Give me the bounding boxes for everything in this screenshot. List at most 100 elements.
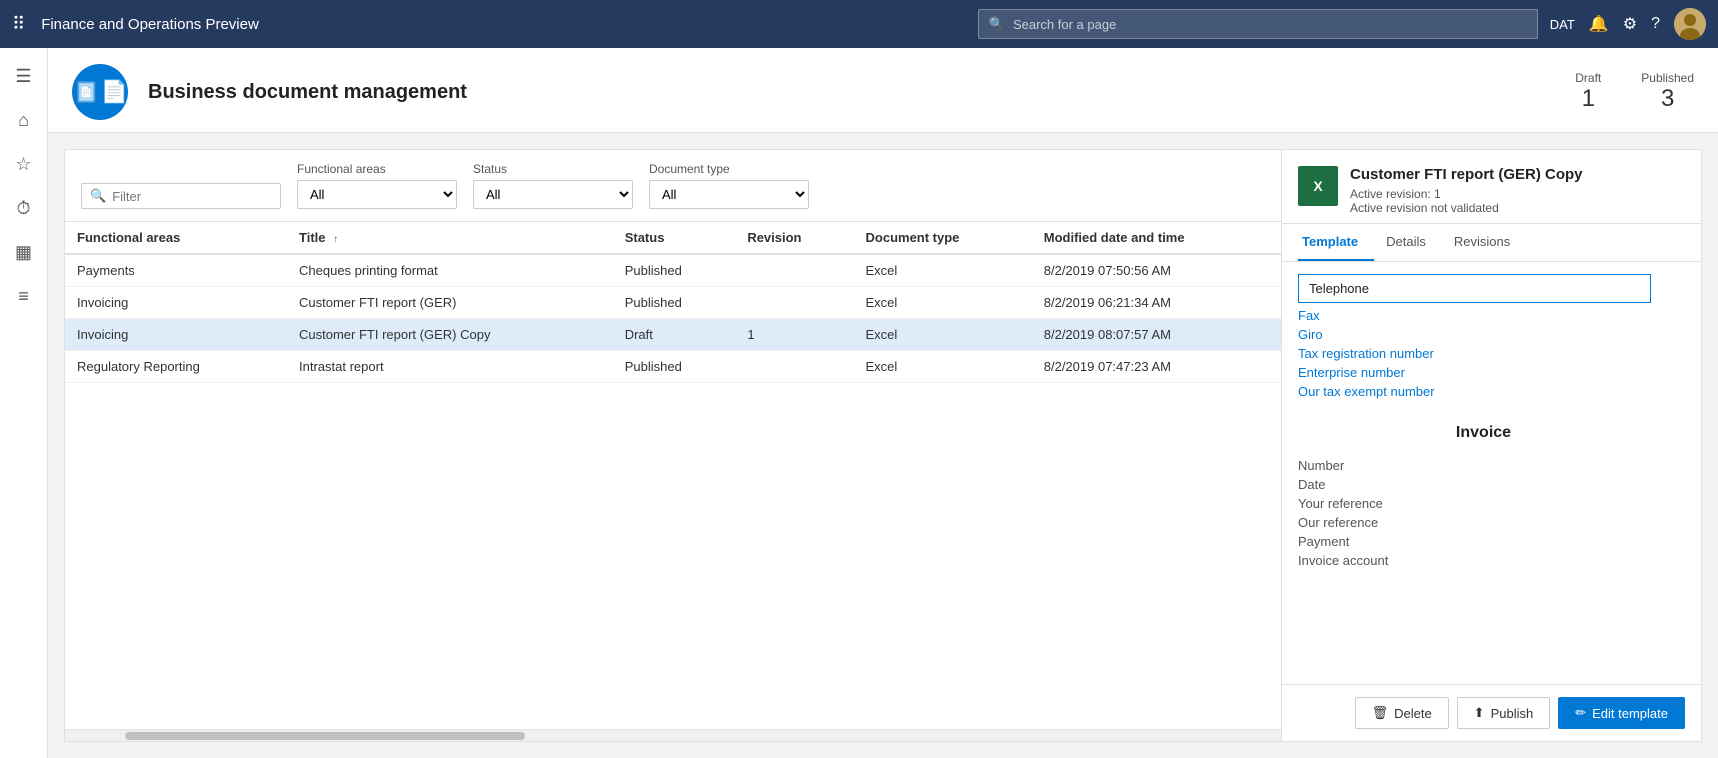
invoice-field-item: Date (1298, 477, 1669, 492)
sidebar-item-modules[interactable]: ≡ (4, 276, 44, 316)
sidebar-item-workspaces[interactable]: ▦ (4, 232, 44, 272)
functional-areas-filter-group: Functional areas All (297, 162, 457, 209)
status-label: Status (473, 162, 633, 176)
col-document-type[interactable]: Document type (854, 222, 1032, 254)
filter-search-icon: 🔍 (90, 188, 106, 204)
cell-document-type: Excel (854, 254, 1032, 287)
excel-icon: X (1298, 166, 1338, 206)
table-row[interactable]: Invoicing Customer FTI report (GER) Publ… (65, 287, 1281, 319)
delete-icon: 🗑 (1372, 705, 1389, 721)
publish-button[interactable]: ⬆ Publish (1457, 697, 1551, 729)
left-sidebar: ☰ ⌂ ☆ ⏱ ▦ ≡ (0, 48, 48, 758)
edit-template-icon: ✏ (1575, 705, 1586, 721)
filters-bar: 🔍 Functional areas All Status All (65, 150, 1281, 222)
cell-revision (735, 287, 853, 319)
table-row[interactable]: Payments Cheques printing format Publish… (65, 254, 1281, 287)
stat-published-label: Published (1641, 71, 1694, 85)
template-link-item[interactable]: Giro (1298, 326, 1669, 343)
grid-menu-icon[interactable]: ⠿ (12, 14, 25, 35)
documents-table: Functional areas Title ↑ Status (65, 222, 1281, 383)
content-area: 🔍 Functional areas All Status All (48, 133, 1718, 758)
cell-functional-area: Regulatory Reporting (65, 351, 287, 383)
publish-icon: ⬆ (1474, 705, 1485, 721)
horizontal-scrollbar[interactable] (65, 729, 1281, 741)
delete-button[interactable]: 🗑 Delete (1355, 697, 1449, 729)
detail-document-title: Customer FTI report (GER) Copy (1350, 166, 1583, 183)
search-placeholder: Search for a page (1013, 17, 1116, 32)
cell-functional-area: Payments (65, 254, 287, 287)
list-panel: 🔍 Functional areas All Status All (64, 149, 1282, 742)
delete-label: Delete (1394, 706, 1432, 721)
cell-document-type: Excel (854, 351, 1032, 383)
user-avatar[interactable] (1674, 8, 1706, 40)
topnav-right: DAT 🔔 ⚙ ? (1550, 8, 1706, 40)
sidebar-item-favorites[interactable]: ☆ (4, 144, 44, 184)
help-icon[interactable]: ? (1651, 15, 1660, 33)
sort-arrow-title: ↑ (333, 234, 338, 245)
edit-template-button[interactable]: ✏ Edit template (1558, 697, 1685, 729)
stat-draft-label: Draft (1575, 71, 1601, 85)
sidebar-item-recent[interactable]: ⏱ (4, 188, 44, 228)
table-header-row: Functional areas Title ↑ Status (65, 222, 1281, 254)
hscroll-thumb[interactable] (125, 732, 525, 740)
stat-draft: Draft 1 (1575, 71, 1601, 113)
tab-revisions[interactable]: Revisions (1450, 224, 1526, 261)
cell-modified: 8/2/2019 07:50:56 AM (1032, 254, 1281, 287)
template-links-list: Fax Giro Tax registration number Enterprise… (1298, 307, 1669, 400)
search-box[interactable]: 🔍 Search for a page (978, 9, 1538, 39)
cell-modified: 8/2/2019 08:07:57 AM (1032, 319, 1281, 351)
status-select[interactable]: All Published Draft (473, 180, 633, 209)
tab-template[interactable]: Template (1298, 224, 1374, 261)
environment-label: DAT (1550, 17, 1575, 32)
col-status[interactable]: Status (613, 222, 736, 254)
edit-template-label: Edit template (1592, 706, 1668, 721)
document-type-filter-group: Document type All Excel (649, 162, 809, 209)
invoice-fields-list: NumberDateYour referenceOur referencePay… (1282, 458, 1685, 568)
page-icon: 📄 📄 (72, 64, 128, 120)
col-title[interactable]: Title ↑ (287, 222, 613, 254)
document-type-label: Document type (649, 162, 809, 176)
functional-areas-select[interactable]: All (297, 180, 457, 209)
col-modified[interactable]: Modified date and time (1032, 222, 1281, 254)
page-title: Business document management (148, 81, 467, 104)
template-content: Telephone FaxGiroTax registration number… (1282, 262, 1701, 684)
cell-status: Published (613, 254, 736, 287)
detail-sub2: Active revision not validated (1350, 201, 1583, 215)
filter-search-group: 🔍 (81, 183, 281, 209)
settings-icon[interactable]: ⚙ (1623, 14, 1637, 34)
detail-actions: 🗑 Delete ⬆ Publish ✏ Edit template (1282, 684, 1701, 741)
invoice-field-item: Payment (1298, 534, 1669, 549)
cell-revision: 1 (735, 319, 853, 351)
cell-status: Published (613, 351, 736, 383)
notification-icon[interactable]: 🔔 (1589, 14, 1609, 34)
template-link-item[interactable]: Fax (1298, 307, 1669, 324)
template-link-item[interactable]: Tax registration number (1298, 345, 1669, 362)
filter-search-box[interactable]: 🔍 (81, 183, 281, 209)
main-layout: ☰ ⌂ ☆ ⏱ ▦ ≡ 📄 📄 Business document manage… (0, 48, 1718, 758)
col-revision[interactable]: Revision (735, 222, 853, 254)
document-type-select[interactable]: All Excel (649, 180, 809, 209)
top-navigation: ⠿ Finance and Operations Preview 🔍 Searc… (0, 0, 1718, 48)
filter-input[interactable] (112, 189, 272, 204)
sidebar-item-home[interactable]: ⌂ (4, 100, 44, 140)
tab-details[interactable]: Details (1382, 224, 1442, 261)
cell-document-type: Excel (854, 319, 1032, 351)
col-functional-areas[interactable]: Functional areas (65, 222, 287, 254)
cell-title: Cheques printing format (287, 254, 613, 287)
cell-modified: 8/2/2019 06:21:34 AM (1032, 287, 1281, 319)
table-row[interactable]: Regulatory Reporting Intrastat report Pu… (65, 351, 1281, 383)
table-row[interactable]: Invoicing Customer FTI report (GER) Copy… (65, 319, 1281, 351)
cell-revision (735, 351, 853, 383)
cell-modified: 8/2/2019 07:47:23 AM (1032, 351, 1281, 383)
page-stats: Draft 1 Published 3 (1575, 71, 1694, 113)
sidebar-item-menu[interactable]: ☰ (4, 56, 44, 96)
detail-sub1: Active revision: 1 (1350, 187, 1583, 201)
app-title: Finance and Operations Preview (41, 16, 966, 33)
detail-header: X Customer FTI report (GER) Copy Active … (1282, 150, 1701, 224)
template-link-item[interactable]: Our tax exempt number (1298, 383, 1669, 400)
page-header: 📄 📄 Business document management Draft 1… (48, 48, 1718, 133)
cell-document-type: Excel (854, 287, 1032, 319)
template-link-item[interactable]: Enterprise number (1298, 364, 1669, 381)
cell-title: Customer FTI report (GER) (287, 287, 613, 319)
detail-panel: X Customer FTI report (GER) Copy Active … (1282, 149, 1702, 742)
